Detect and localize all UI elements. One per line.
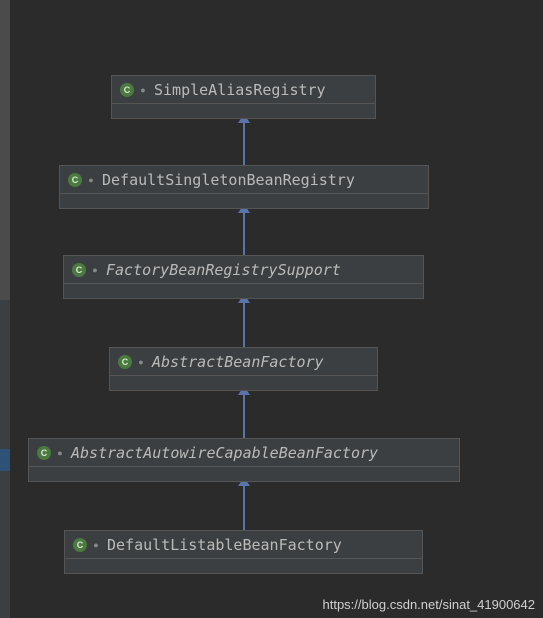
modifier-icon: ●	[55, 448, 65, 458]
modifier-icon: ●	[138, 85, 148, 95]
class-node-abstract-autowire-capable-bean-factory[interactable]: C ● AbstractAutowireCapableBeanFactory	[28, 438, 460, 482]
modifier-icon: ●	[136, 357, 146, 367]
class-icon: C	[118, 355, 132, 369]
class-name-label: DefaultListableBeanFactory	[107, 536, 342, 554]
class-icon: C	[73, 538, 87, 552]
inheritance-arrow	[243, 212, 245, 255]
class-body	[65, 559, 422, 573]
inheritance-arrow	[243, 122, 245, 165]
class-header: C ● AbstractBeanFactory	[110, 348, 377, 376]
class-name-label: AbstractBeanFactory	[152, 353, 324, 371]
class-name-label: FactoryBeanRegistrySupport	[106, 261, 341, 279]
inheritance-arrow	[243, 394, 245, 438]
class-icon: C	[120, 83, 134, 97]
class-node-simple-alias-registry[interactable]: C ● SimpleAliasRegistry	[111, 75, 376, 119]
ide-gutter	[0, 0, 10, 618]
class-name-label: DefaultSingletonBeanRegistry	[102, 171, 355, 189]
class-icon: C	[72, 263, 86, 277]
watermark-text: https://blog.csdn.net/sinat_41900642	[323, 597, 536, 612]
modifier-icon: ●	[91, 540, 101, 550]
class-body	[112, 104, 375, 118]
ide-gutter-highlight	[0, 449, 10, 471]
class-name-label: SimpleAliasRegistry	[154, 81, 326, 99]
class-icon: C	[68, 173, 82, 187]
ide-gutter-upper	[0, 0, 10, 300]
class-node-abstract-bean-factory[interactable]: C ● AbstractBeanFactory	[109, 347, 378, 391]
class-body	[110, 376, 377, 390]
modifier-icon: ●	[86, 175, 96, 185]
modifier-icon: ●	[90, 265, 100, 275]
class-header: C ● DefaultListableBeanFactory	[65, 531, 422, 559]
class-body	[29, 467, 459, 481]
class-node-factory-bean-registry-support[interactable]: C ● FactoryBeanRegistrySupport	[63, 255, 424, 299]
inheritance-arrow	[243, 485, 245, 530]
class-body	[60, 194, 428, 208]
class-body	[64, 284, 423, 298]
class-header: C ● FactoryBeanRegistrySupport	[64, 256, 423, 284]
inheritance-arrow	[243, 302, 245, 347]
class-header: C ● AbstractAutowireCapableBeanFactory	[29, 439, 459, 467]
class-header: C ● DefaultSingletonBeanRegistry	[60, 166, 428, 194]
class-node-default-listable-bean-factory[interactable]: C ● DefaultListableBeanFactory	[64, 530, 423, 574]
class-node-default-singleton-bean-registry[interactable]: C ● DefaultSingletonBeanRegistry	[59, 165, 429, 209]
diagram-canvas[interactable]: C ● SimpleAliasRegistry C ● DefaultSingl…	[10, 0, 543, 618]
class-header: C ● SimpleAliasRegistry	[112, 76, 375, 104]
class-name-label: AbstractAutowireCapableBeanFactory	[71, 444, 378, 462]
class-icon: C	[37, 446, 51, 460]
